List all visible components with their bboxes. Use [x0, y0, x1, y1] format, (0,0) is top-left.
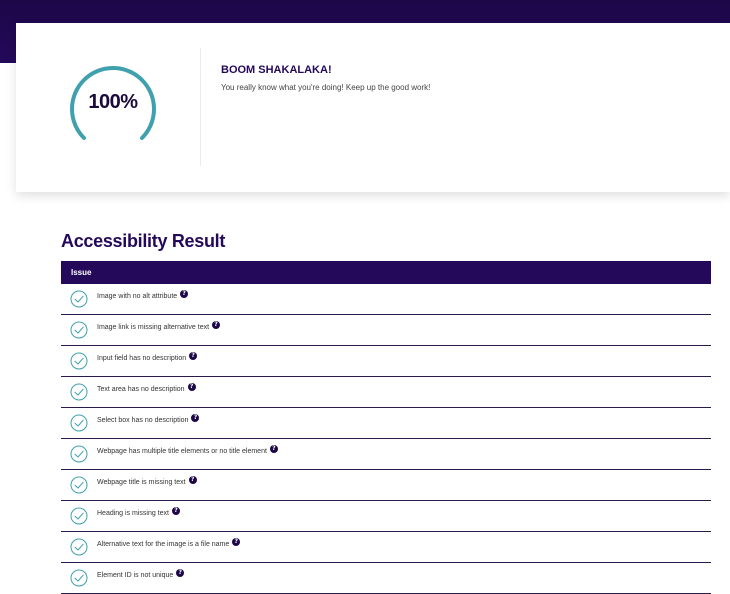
card-divider: [200, 48, 201, 166]
issue-text: Text area has no description: [97, 385, 185, 393]
table-row: Image link is missing alternative text?: [61, 315, 711, 346]
table-row: Text area has no description?: [61, 377, 711, 408]
help-icon[interactable]: ?: [191, 414, 200, 422]
issue-label: Webpage title is missing text?: [97, 476, 197, 486]
issue-text: Select box has no description: [97, 416, 189, 424]
check-circle-icon: [70, 507, 88, 525]
table-row: Input field has no description?: [61, 346, 711, 377]
issue-label: Webpage has multiple title elements or n…: [97, 445, 278, 455]
table-row: Webpage title is missing text?: [61, 470, 711, 501]
check-circle-icon: [70, 352, 88, 370]
result-message-title: BOOM SHAKALAKA!: [221, 64, 332, 76]
issue-label: Image with no alt attribute?: [97, 290, 189, 300]
issue-label: Alternative text for the image is a file…: [97, 538, 241, 548]
issue-label: Heading is missing text?: [97, 507, 180, 517]
table-body: Image with no alt attribute? Image link i…: [61, 284, 711, 594]
check-circle-icon: [70, 445, 88, 463]
check-circle-icon: [70, 290, 88, 308]
check-circle-icon: [70, 414, 88, 432]
check-circle-icon: [70, 383, 88, 401]
section-title: Accessibility Result: [61, 231, 226, 251]
issue-text: Image with no alt attribute: [97, 292, 178, 300]
issue-text: Webpage title is missing text: [97, 478, 186, 486]
help-icon[interactable]: ?: [171, 507, 180, 515]
help-icon[interactable]: ?: [212, 321, 221, 329]
score-value: 100%: [88, 91, 138, 113]
check-circle-icon: [70, 569, 88, 587]
table-row: Webpage has multiple title elements or n…: [61, 439, 711, 470]
help-icon[interactable]: ?: [232, 538, 241, 546]
check-circle-icon: [70, 321, 88, 339]
help-icon[interactable]: ?: [176, 569, 185, 577]
issue-label: Image link is missing alternative text?: [97, 321, 221, 331]
table-row: Select box has no description?: [61, 408, 711, 439]
table-header-issue: Issue: [61, 261, 711, 284]
help-icon[interactable]: ?: [269, 445, 278, 453]
issue-label: Input field has no description?: [97, 352, 198, 362]
help-icon[interactable]: ?: [189, 352, 198, 360]
issue-text: Input field has no description: [97, 354, 187, 362]
score-card: 100% BOOM SHAKALAKA! You really know wha…: [16, 23, 730, 192]
issue-label: Text area has no description?: [97, 383, 196, 393]
issue-text: Element ID is not unique: [97, 571, 174, 579]
issue-text: Webpage has multiple title elements or n…: [97, 447, 267, 455]
issue-text: Alternative text for the image is a file…: [97, 540, 230, 548]
table-row: Image with no alt attribute?: [61, 284, 711, 315]
table-row: Alternative text for the image is a file…: [61, 532, 711, 563]
help-icon[interactable]: ?: [187, 383, 196, 391]
issue-label: Element ID is not unique?: [97, 569, 185, 579]
issue-text: Heading is missing text: [97, 509, 169, 517]
help-icon[interactable]: ?: [180, 290, 189, 298]
issue-text: Image link is missing alternative text: [97, 323, 210, 331]
result-message-subtitle: You really know what you're doing! Keep …: [221, 83, 431, 92]
results-table: Issue Image with no alt attribute? Image …: [61, 261, 711, 594]
check-circle-icon: [70, 476, 88, 494]
table-row: Heading is missing text?: [61, 501, 711, 532]
issue-label: Select box has no description?: [97, 414, 200, 424]
table-row: Element ID is not unique?: [61, 563, 711, 594]
help-icon[interactable]: ?: [188, 476, 197, 484]
check-circle-icon: [70, 538, 88, 556]
